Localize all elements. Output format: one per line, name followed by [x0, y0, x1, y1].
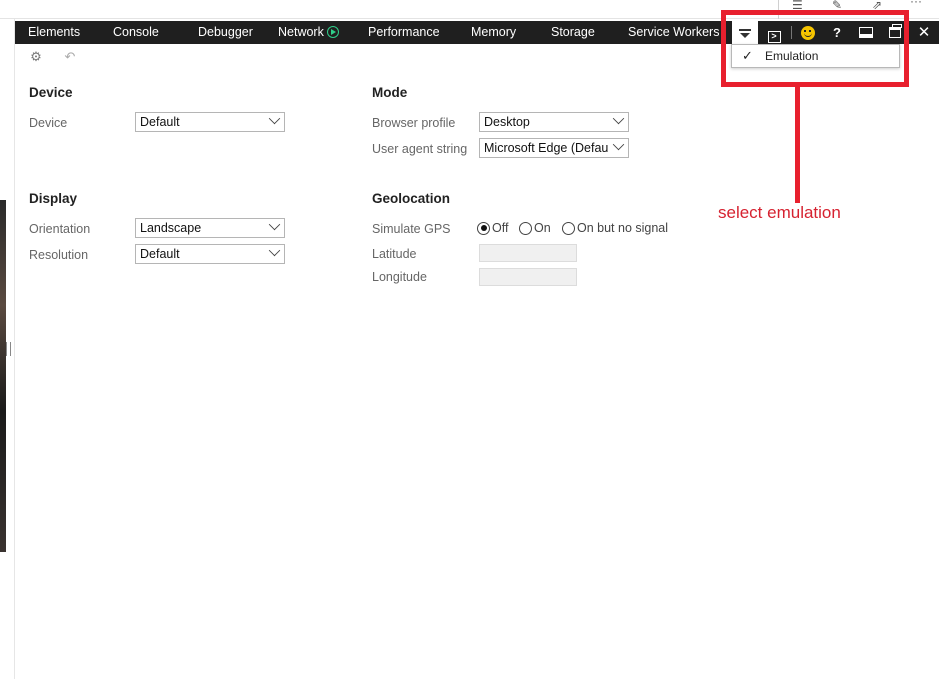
- longitude-input[interactable]: [479, 268, 577, 286]
- resolution-select[interactable]: Default: [135, 244, 285, 264]
- browser-profile-value: Desktop: [484, 115, 530, 129]
- latitude-input[interactable]: [479, 244, 577, 262]
- tab-performance[interactable]: Performance: [368, 21, 440, 44]
- pen-icon[interactable]: ✎: [832, 0, 842, 11]
- orientation-value: Landscape: [140, 221, 202, 235]
- recording-play-icon: [326, 26, 339, 38]
- chevron-down-icon: [264, 113, 284, 131]
- gps-radio-off[interactable]: Off: [477, 221, 508, 235]
- device-select[interactable]: Default: [135, 112, 285, 132]
- tab-debugger[interactable]: Debugger: [198, 21, 253, 44]
- gps-radio-no-signal-label: On but no signal: [577, 221, 669, 235]
- radio-empty-icon: [562, 221, 575, 235]
- chevron-down-icon: [264, 245, 284, 263]
- resolution-label: Resolution: [29, 248, 89, 262]
- page-content-photo: [0, 200, 6, 552]
- resolution-value: Default: [140, 247, 180, 261]
- orientation-select[interactable]: Landscape: [135, 218, 285, 238]
- tab-service-workers[interactable]: Service Workers: [628, 21, 719, 44]
- browser-profile-label: Browser profile: [372, 116, 456, 130]
- tab-storage[interactable]: Storage: [551, 21, 595, 44]
- gps-radio-on-label: On: [534, 221, 551, 235]
- tab-memory[interactable]: Memory: [471, 21, 516, 44]
- section-title-mode: Mode: [372, 85, 408, 100]
- radio-empty-icon: [519, 221, 532, 235]
- annotation-label: select emulation: [718, 203, 841, 222]
- tab-network[interactable]: Network: [278, 21, 339, 44]
- browser-profile-select[interactable]: Desktop: [479, 112, 629, 132]
- simulate-gps-label: Simulate GPS: [372, 222, 451, 236]
- gps-radio-off-label: Off: [492, 221, 509, 235]
- tab-elements[interactable]: Elements: [28, 21, 80, 44]
- user-agent-label: User agent string: [372, 142, 468, 156]
- chevron-down-icon: [608, 139, 628, 157]
- tab-console[interactable]: Console: [113, 21, 159, 44]
- reset-icon[interactable]: ↶: [61, 49, 79, 65]
- device-label: Device: [29, 116, 68, 130]
- settings-profile-icon[interactable]: ⚙: [27, 49, 45, 65]
- annotation-highlight-box: [721, 10, 909, 87]
- user-agent-select[interactable]: Microsoft Edge (Default: [479, 138, 629, 158]
- close-icon[interactable]: ✕: [911, 21, 937, 44]
- gps-radio-no-signal[interactable]: On but no signal: [562, 221, 668, 235]
- section-title-display: Display: [29, 191, 78, 206]
- annotation-pointer-line: [795, 87, 800, 203]
- longitude-label: Longitude: [372, 270, 427, 284]
- emulation-toolbar: ⚙ ↶: [15, 44, 715, 70]
- tab-network-label: Network: [278, 25, 324, 39]
- share-icon[interactable]: ⇗: [872, 0, 882, 11]
- section-title-device: Device: [29, 85, 73, 100]
- user-agent-value: Microsoft Edge (Default: [484, 141, 615, 155]
- latitude-label: Latitude: [372, 247, 417, 261]
- section-title-geolocation: Geolocation: [372, 191, 451, 206]
- radio-selected-icon: [477, 221, 490, 235]
- splitter-handle[interactable]: [6, 342, 11, 356]
- device-select-value: Default: [140, 115, 180, 129]
- chevron-down-icon: [608, 113, 628, 131]
- chevron-down-icon: [264, 219, 284, 237]
- gps-radio-on[interactable]: On: [519, 221, 551, 235]
- orientation-label: Orientation: [29, 222, 91, 236]
- devtools-panel: Elements Console Debugger Network Perfor…: [15, 21, 939, 679]
- reading-list-icon[interactable]: ☰: [792, 0, 803, 11]
- more-actions-icon[interactable]: ···: [910, 0, 922, 7]
